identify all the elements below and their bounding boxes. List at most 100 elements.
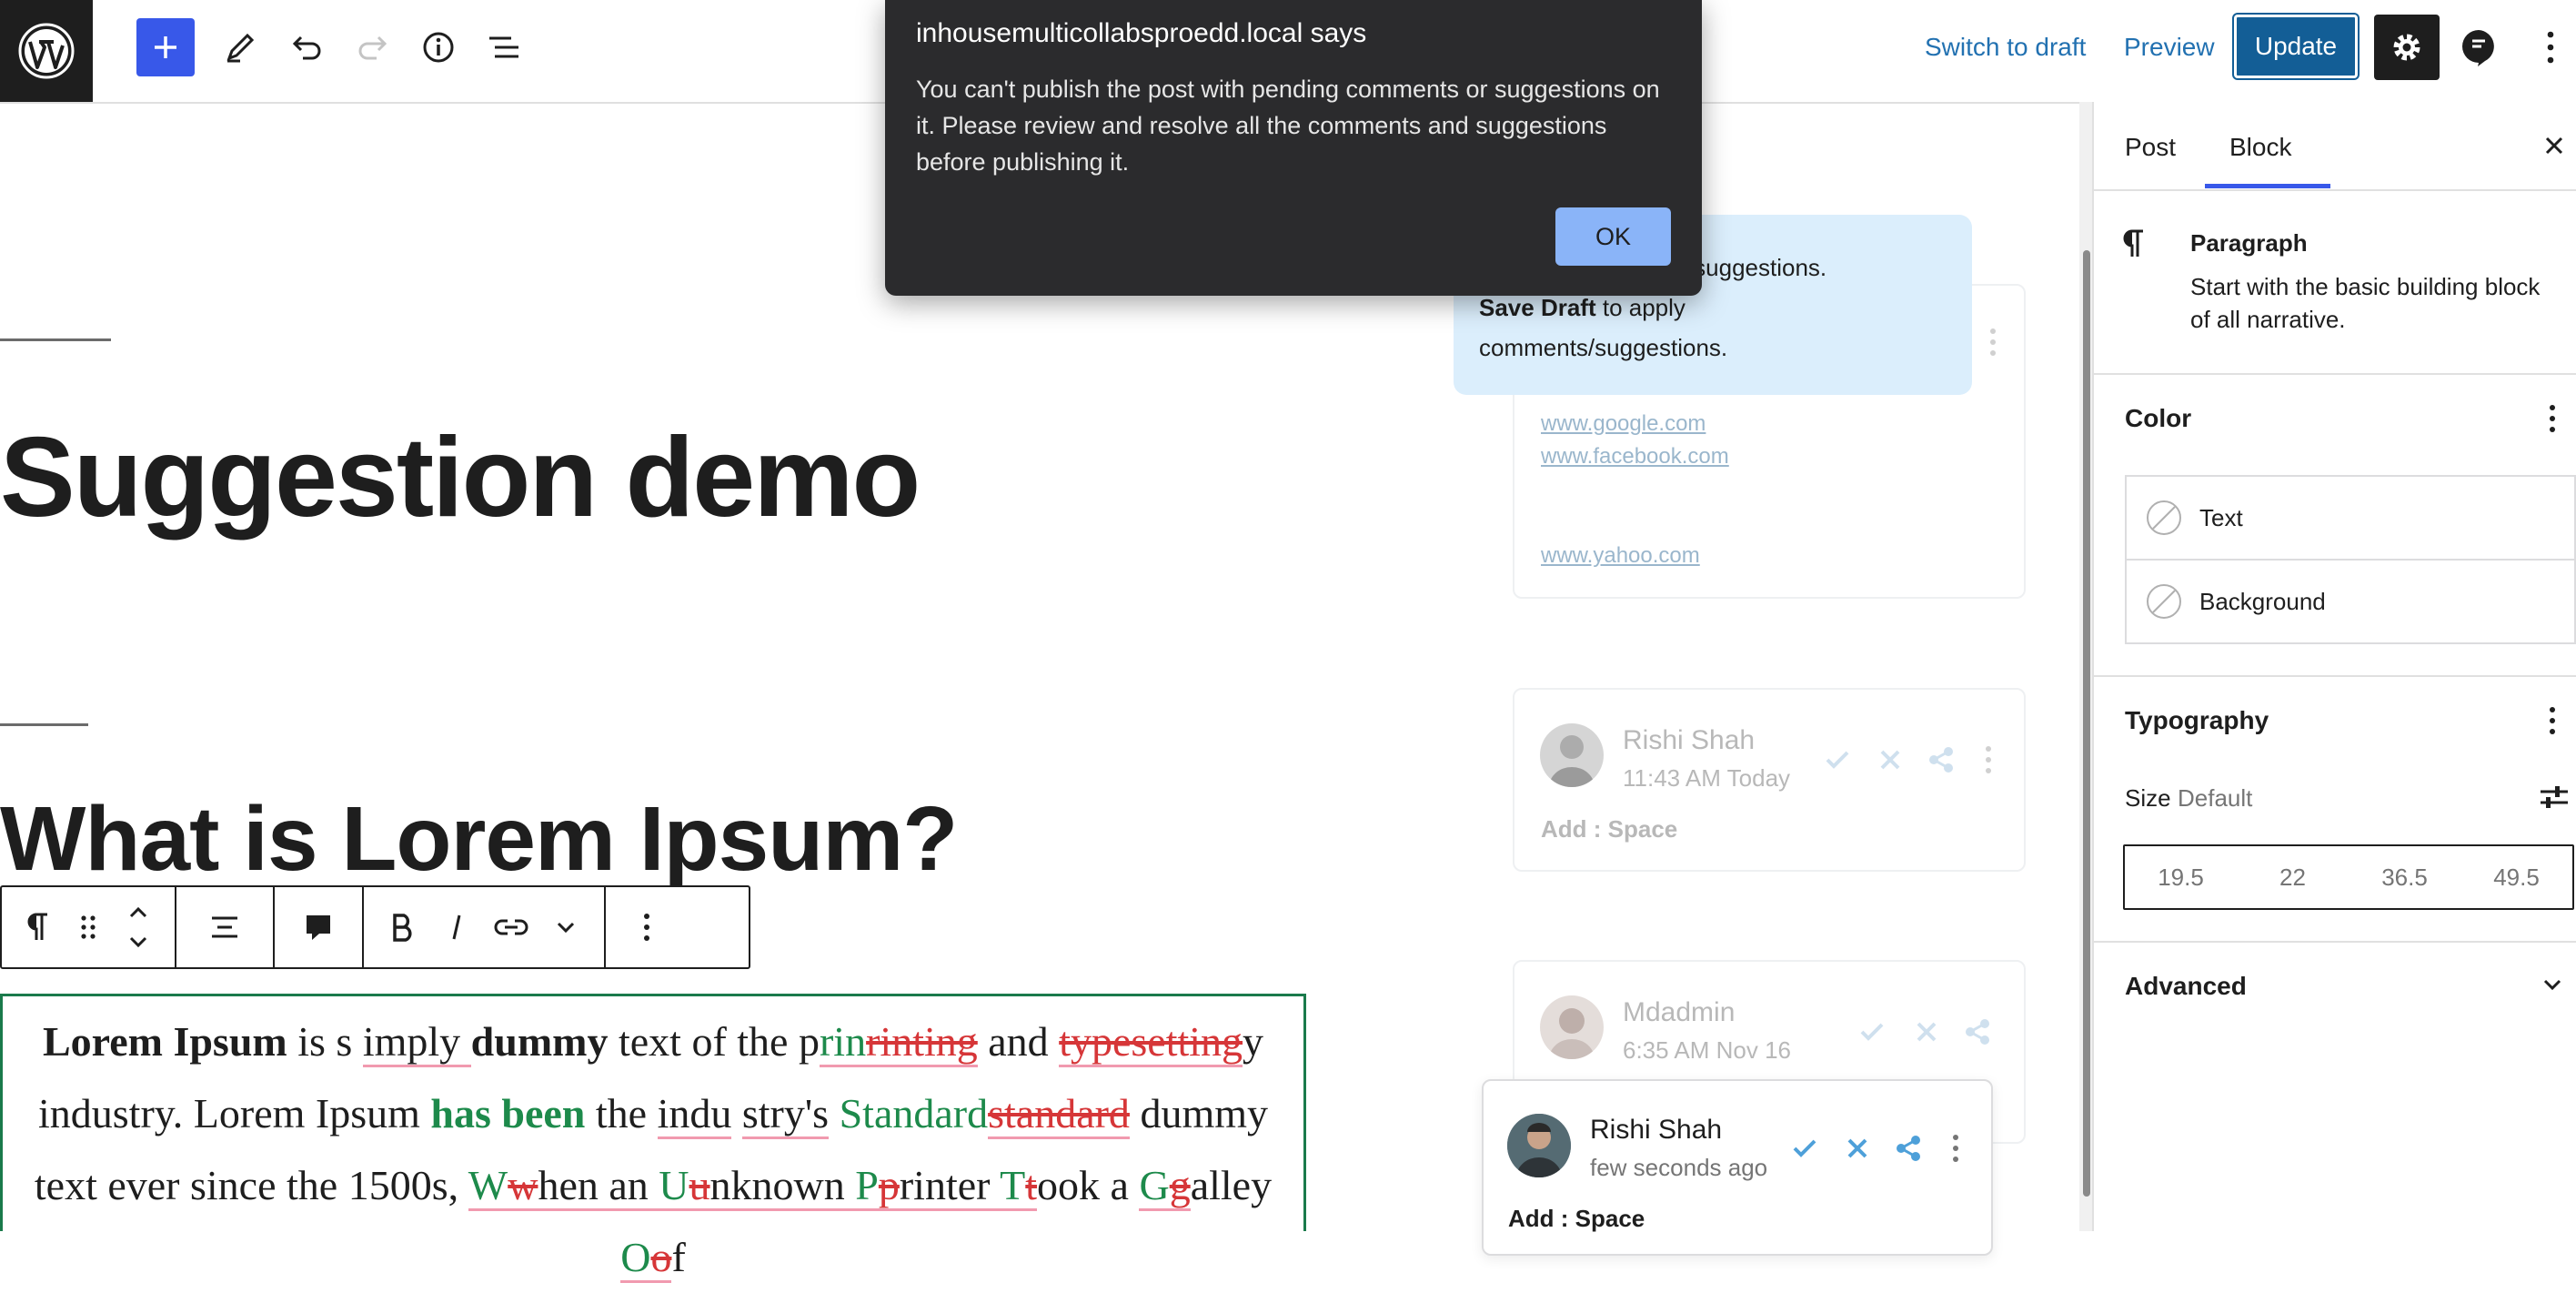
color-panel-title: Color xyxy=(2125,404,2192,432)
dialog-ok-button[interactable]: OK xyxy=(1555,207,1671,266)
tab-block[interactable]: Block xyxy=(2229,133,2291,162)
size-label: Size xyxy=(2125,784,2171,812)
block-card: Paragraph Start with the basic building … xyxy=(2094,191,2576,375)
tab-active-indicator xyxy=(2205,184,2330,188)
wordpress-logo-icon[interactable] xyxy=(0,0,93,102)
comment-more-icon[interactable] xyxy=(1947,1130,1965,1167)
comment-body: Add : Space xyxy=(1508,1205,1645,1232)
font-size-option[interactable]: 36.5 xyxy=(2349,846,2460,908)
dialog-title: inhousemulticollabsproedd.local says xyxy=(916,18,1367,48)
suggestion-delete: standard xyxy=(988,1090,1130,1139)
heading-block[interactable]: What is Lorem Ipsum? xyxy=(0,784,958,894)
size-value: Default xyxy=(2178,784,2253,812)
font-size-option[interactable]: 49.5 xyxy=(2460,846,2572,908)
comment-author: Rishi Shah xyxy=(1590,1115,1723,1145)
text-run: dummy xyxy=(1129,1090,1268,1136)
no-color-swatch-icon xyxy=(2147,500,2181,535)
no-color-swatch-icon xyxy=(2147,584,2181,619)
edit-tools-pencil-icon[interactable] xyxy=(211,18,269,76)
move-up-down-icon[interactable] xyxy=(111,887,166,967)
add-block-button[interactable] xyxy=(136,18,195,76)
suggestion-insert: G xyxy=(1139,1162,1170,1211)
link-icon[interactable] xyxy=(484,887,538,967)
text-color-item[interactable]: Text xyxy=(2125,475,2576,561)
separator xyxy=(0,723,88,726)
post-title[interactable]: Suggestion demo xyxy=(0,414,921,541)
more-formats-chevron-down-icon[interactable] xyxy=(538,887,593,967)
suggestion-insert: rin xyxy=(819,1018,867,1067)
update-button[interactable]: Update xyxy=(2234,15,2358,78)
redo-icon xyxy=(344,18,402,76)
settings-gear-icon[interactable] xyxy=(2374,15,2440,80)
text-run: rinter xyxy=(899,1162,1001,1211)
color-options-icon[interactable] xyxy=(2543,400,2561,437)
custom-size-sliders-icon[interactable] xyxy=(2536,779,2572,815)
text-run: ook a xyxy=(1037,1162,1140,1208)
share-icon[interactable] xyxy=(1925,743,1957,776)
add-comment-icon[interactable] xyxy=(291,887,346,967)
comment-time: few seconds ago xyxy=(1590,1154,1768,1181)
text-run: text ever since the 1500s, xyxy=(34,1162,468,1208)
block-options-icon[interactable] xyxy=(619,887,674,967)
format-group xyxy=(364,887,606,967)
paragraph-line: text ever since the 1500s, Wwhen an Uunk… xyxy=(3,1149,1303,1293)
suggestion-delete: w xyxy=(508,1162,538,1211)
share-icon[interactable] xyxy=(1892,1132,1925,1165)
text-run: mply xyxy=(374,1018,471,1067)
tab-post[interactable]: Post xyxy=(2125,133,2176,162)
typography-options-icon[interactable] xyxy=(2543,702,2561,739)
suggestion-insert: Standard xyxy=(839,1090,989,1136)
details-info-icon[interactable] xyxy=(409,18,468,76)
comments-toggle-icon[interactable] xyxy=(2450,18,2508,76)
font-size-option[interactable]: 19.5 xyxy=(2125,846,2237,908)
reject-close-icon[interactable] xyxy=(1910,1015,1943,1048)
text-run: f xyxy=(671,1234,686,1280)
link-text[interactable]: www.google.com xyxy=(1541,411,1706,437)
color-panel: Color Text Background xyxy=(2094,373,2576,677)
block-name: Paragraph xyxy=(2190,229,2308,257)
drag-handle-icon[interactable] xyxy=(65,887,111,967)
paragraph-block[interactable]: Lorem Ipsum is s imply dummy text of the… xyxy=(0,994,1306,1283)
suggestion-delete: rinting xyxy=(866,1018,978,1067)
accept-check-icon[interactable] xyxy=(1856,1015,1888,1048)
suggestion-insert: i xyxy=(362,1018,375,1067)
font-size-option[interactable]: 22 xyxy=(2237,846,2349,908)
text-run: industry. Lorem Ip xyxy=(37,1090,351,1136)
suggestion-delete: u xyxy=(689,1162,710,1211)
comment-more-icon[interactable] xyxy=(1979,742,1997,778)
editor-scrollbar-thumb[interactable] xyxy=(2083,250,2090,1197)
italic-icon[interactable] xyxy=(429,887,484,967)
comment-body: Add : Space xyxy=(1541,815,1678,843)
switch-to-draft-button[interactable]: Switch to draft xyxy=(1925,33,2086,62)
text-run: Lorem Ipsum xyxy=(42,1018,287,1065)
suggestion-insert: W xyxy=(468,1162,508,1211)
list-view-icon[interactable] xyxy=(475,18,533,76)
text-run: sum xyxy=(350,1090,431,1136)
paragraph-line: Lorem Ipsum is s imply dummy text of the… xyxy=(3,1005,1303,1077)
accept-check-icon[interactable] xyxy=(1821,743,1854,776)
text-run: dummy xyxy=(470,1018,609,1065)
chevron-down-icon[interactable] xyxy=(2536,968,2569,1001)
link-text[interactable]: www.facebook.com xyxy=(1541,444,1729,470)
reject-close-icon[interactable] xyxy=(1874,743,1907,776)
accept-check-icon[interactable] xyxy=(1788,1132,1821,1165)
typography-panel-title: Typography xyxy=(2125,706,2269,734)
paragraph-icon xyxy=(2116,224,2152,264)
close-sidebar-icon[interactable] xyxy=(2538,129,2571,162)
preview-button[interactable]: Preview xyxy=(2124,33,2215,62)
background-color-item[interactable]: Background xyxy=(2125,559,2576,644)
card-more-icon[interactable] xyxy=(1984,324,2002,360)
more-options-icon[interactable] xyxy=(2525,18,2576,76)
comment-group xyxy=(275,887,364,967)
reject-close-icon[interactable] xyxy=(1841,1132,1874,1165)
link-text[interactable]: www.yahoo.com xyxy=(1541,543,1700,569)
bold-icon[interactable] xyxy=(375,887,429,967)
separator xyxy=(0,338,111,341)
undo-icon[interactable] xyxy=(277,18,336,76)
advanced-panel-title: Advanced xyxy=(2125,972,2247,1000)
align-center-icon[interactable] xyxy=(197,887,252,967)
comment-author: Rishi Shah xyxy=(1623,725,1756,755)
share-icon[interactable] xyxy=(1961,1015,1994,1048)
paragraph-icon[interactable] xyxy=(11,887,65,967)
advanced-panel[interactable]: Advanced xyxy=(2094,941,2576,1030)
